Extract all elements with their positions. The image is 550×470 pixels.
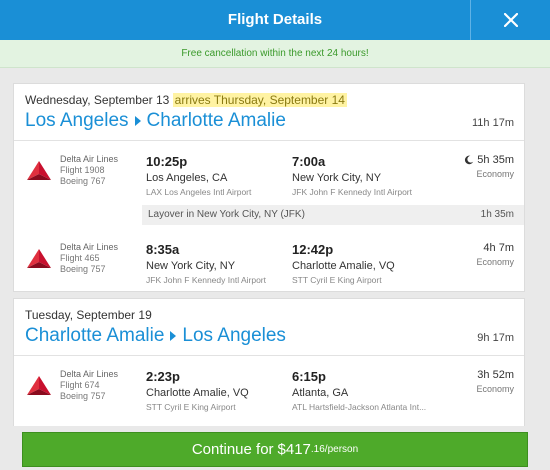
flight-number: Flight 1908 [60, 165, 105, 175]
close-button[interactable] [470, 0, 550, 40]
flight-segment: Delta Air Lines Flight 674 Boeing 757 2:… [14, 365, 524, 425]
route-origin: Los Angeles [25, 110, 129, 131]
arrival-info: 7:00a New York City, NY JFK John F Kenne… [292, 154, 442, 197]
aircraft-type: Boeing 767 [60, 176, 106, 186]
divider [14, 140, 524, 141]
arrival-airport: ATL Hartsfield-Jackson Atlanta Int... [292, 402, 427, 412]
flight-number: Flight 465 [60, 253, 100, 263]
flight-segment: Delta Air Lines Flight 465 Boeing 757 8:… [14, 238, 524, 298]
departure-time: 10:25p [146, 154, 188, 169]
delta-logo-icon [27, 376, 51, 395]
airline-name: Delta Air Lines [60, 242, 119, 252]
trip-date: Tuesday, September 19 [25, 308, 152, 322]
segment-duration-info: 4h 7m Economy [476, 242, 514, 267]
segment-duration: 4h 7m [483, 242, 514, 254]
departure-airport: STT Cyril E King Airport [146, 402, 236, 412]
departure-city: Los Angeles, CA [146, 172, 228, 184]
departure-airport: JFK John F Kennedy Intl Airport [146, 275, 267, 285]
arrival-time: 6:15p [292, 369, 326, 384]
layover-text: Layover in New York City, NY (JFK) [148, 209, 305, 220]
route-arrow-icon [170, 331, 177, 341]
layover-duration: 1h 35m [480, 209, 514, 220]
arrival-city: Atlanta, GA [292, 387, 349, 399]
arrival-airport: JFK John F Kennedy Intl Airport [292, 187, 413, 197]
flight-number: Flight 674 [60, 380, 100, 390]
airline-name: Delta Air Lines [60, 154, 119, 164]
outbound-trip-card: Wednesday, September 13 arrives Thursday… [13, 83, 525, 292]
arrival-airport: STT Cyril E King Airport [292, 275, 382, 285]
delta-logo-icon [27, 249, 51, 268]
departure-time: 8:35a [146, 242, 180, 257]
segment-duration-info: 3h 52m Economy [476, 369, 514, 394]
aircraft-type: Boeing 757 [60, 391, 106, 401]
trip-route: Charlotte Amalie Los Angeles [25, 325, 286, 347]
departure-info: 2:23p Charlotte Amalie, VQ STT Cyril E K… [146, 369, 286, 412]
flight-details-scroll[interactable]: Wednesday, September 13 arrives Thursday… [0, 68, 550, 470]
departure-city: Charlotte Amalie, VQ [146, 387, 249, 399]
arrival-date-note: arrives Thursday, September 14 [172, 93, 347, 107]
close-icon [503, 13, 518, 27]
trip-date: Wednesday, September 13 arrives Thursday… [25, 93, 347, 107]
price-amount: $417 [277, 441, 311, 458]
cabin-class: Economy [476, 169, 514, 179]
trip-total-duration: 9h 17m [477, 332, 514, 344]
trip-total-duration: 11h 17m [472, 117, 514, 129]
departure-airport: LAX Los Angeles Intl Airport [146, 187, 252, 197]
airline-info: Delta Air Lines Flight 674 Boeing 757 [60, 369, 118, 402]
route-destination: Los Angeles [182, 325, 286, 346]
departure-info: 10:25p Los Angeles, CA LAX Los Angeles I… [146, 154, 286, 197]
departure-city: New York City, NY [146, 260, 236, 272]
airline-name: Delta Air Lines [60, 369, 119, 379]
departure-time: 2:23p [146, 369, 180, 384]
arrival-info: 12:42p Charlotte Amalie, VQ STT Cyril E … [292, 242, 442, 285]
moon-icon [465, 155, 474, 165]
airline-info: Delta Air Lines Flight 465 Boeing 757 [60, 242, 118, 275]
continue-button[interactable]: Continue for $417 .16/person [22, 432, 528, 467]
footer-bar: Continue for $417 .16/person [0, 426, 550, 470]
duration-text: 5h 35m [477, 154, 514, 166]
price-cents: .16/person [310, 444, 359, 455]
segment-duration: 3h 52m [477, 369, 514, 381]
trip-route: Los Angeles Charlotte Amalie [25, 110, 286, 132]
continue-label: Continue for [191, 441, 274, 458]
cabin-class: Economy [476, 384, 514, 394]
segment-duration-info: 5h 35m Economy [464, 154, 514, 179]
header-bar: Flight Details [0, 0, 550, 40]
route-arrow-icon [134, 116, 141, 126]
layover-bar: Layover in New York City, NY (JFK) 1h 35… [142, 205, 524, 225]
route-destination: Charlotte Amalie [146, 110, 286, 131]
departure-date: Wednesday, September 13 [25, 93, 170, 107]
cancellation-banner: Free cancellation within the next 24 hou… [0, 40, 550, 68]
route-origin: Charlotte Amalie [25, 325, 165, 346]
segment-duration: 5h 35m [464, 154, 514, 166]
flight-segment: Delta Air Lines Flight 1908 Boeing 767 1… [14, 150, 524, 210]
arrival-city: New York City, NY [292, 172, 382, 184]
divider [14, 355, 524, 356]
page-title: Flight Details [227, 11, 323, 28]
arrival-info: 6:15p Atlanta, GA ATL Hartsfield-Jackson… [292, 369, 442, 412]
airline-info: Delta Air Lines Flight 1908 Boeing 767 [60, 154, 118, 187]
delta-logo-icon [27, 161, 51, 180]
arrival-time: 12:42p [292, 242, 334, 257]
arrival-time: 7:00a [292, 154, 326, 169]
aircraft-type: Boeing 757 [60, 264, 106, 274]
departure-info: 8:35a New York City, NY JFK John F Kenne… [146, 242, 286, 285]
cabin-class: Economy [476, 257, 514, 267]
arrival-city: Charlotte Amalie, VQ [292, 260, 395, 272]
